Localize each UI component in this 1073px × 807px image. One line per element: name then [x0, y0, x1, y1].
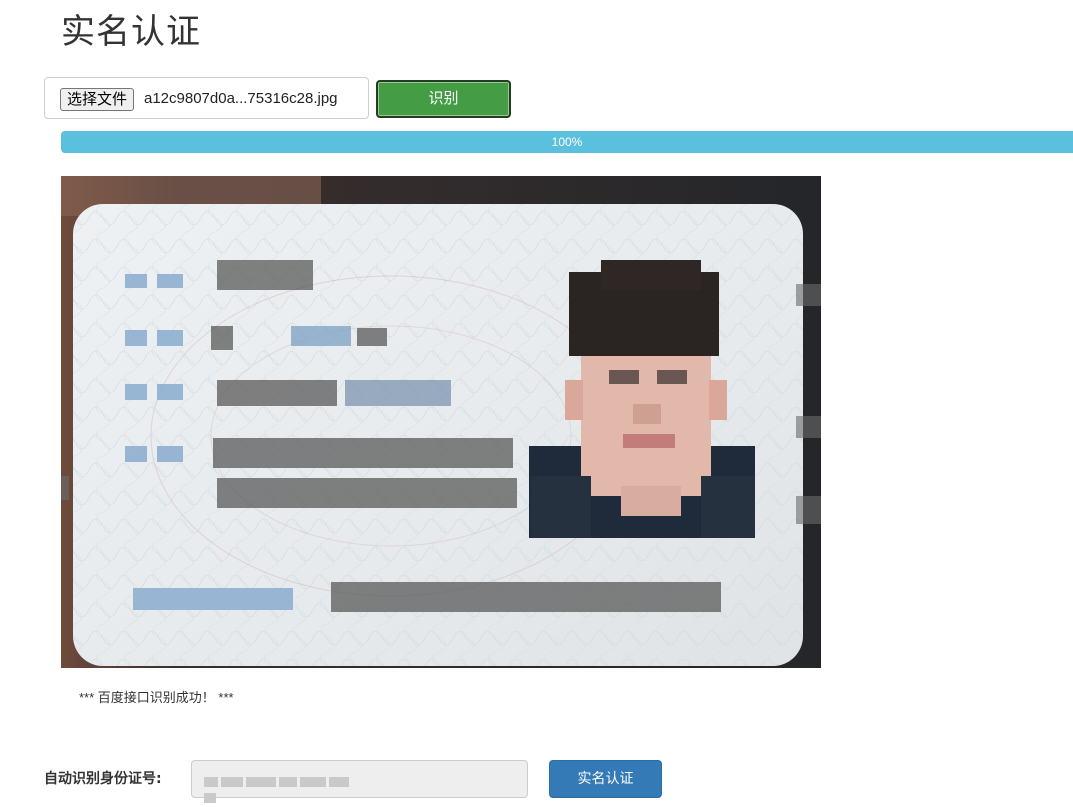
id-number-field[interactable]: [191, 760, 528, 803]
progress-fill: 100%: [61, 131, 1073, 153]
verify-identity-button[interactable]: 实名认证: [549, 760, 662, 798]
id-card-image: [61, 176, 821, 668]
file-input[interactable]: 选择文件 a12c9807d0a...75316c28.jpg: [44, 77, 369, 119]
page-title: 实名认证: [61, 12, 201, 52]
choose-file-button[interactable]: 选择文件: [60, 88, 135, 111]
upload-progress-bar: 100%: [61, 131, 1073, 153]
blurred-id-value: [204, 774, 364, 803]
recognition-status-message: *** 百度接口识别成功！ ***: [79, 690, 234, 705]
id-number-label: 自动识别身份证号:: [44, 771, 162, 787]
recognize-button[interactable]: 识别: [376, 80, 511, 118]
selected-file-name: a12c9807d0a...75316c28.jpg: [144, 90, 338, 107]
